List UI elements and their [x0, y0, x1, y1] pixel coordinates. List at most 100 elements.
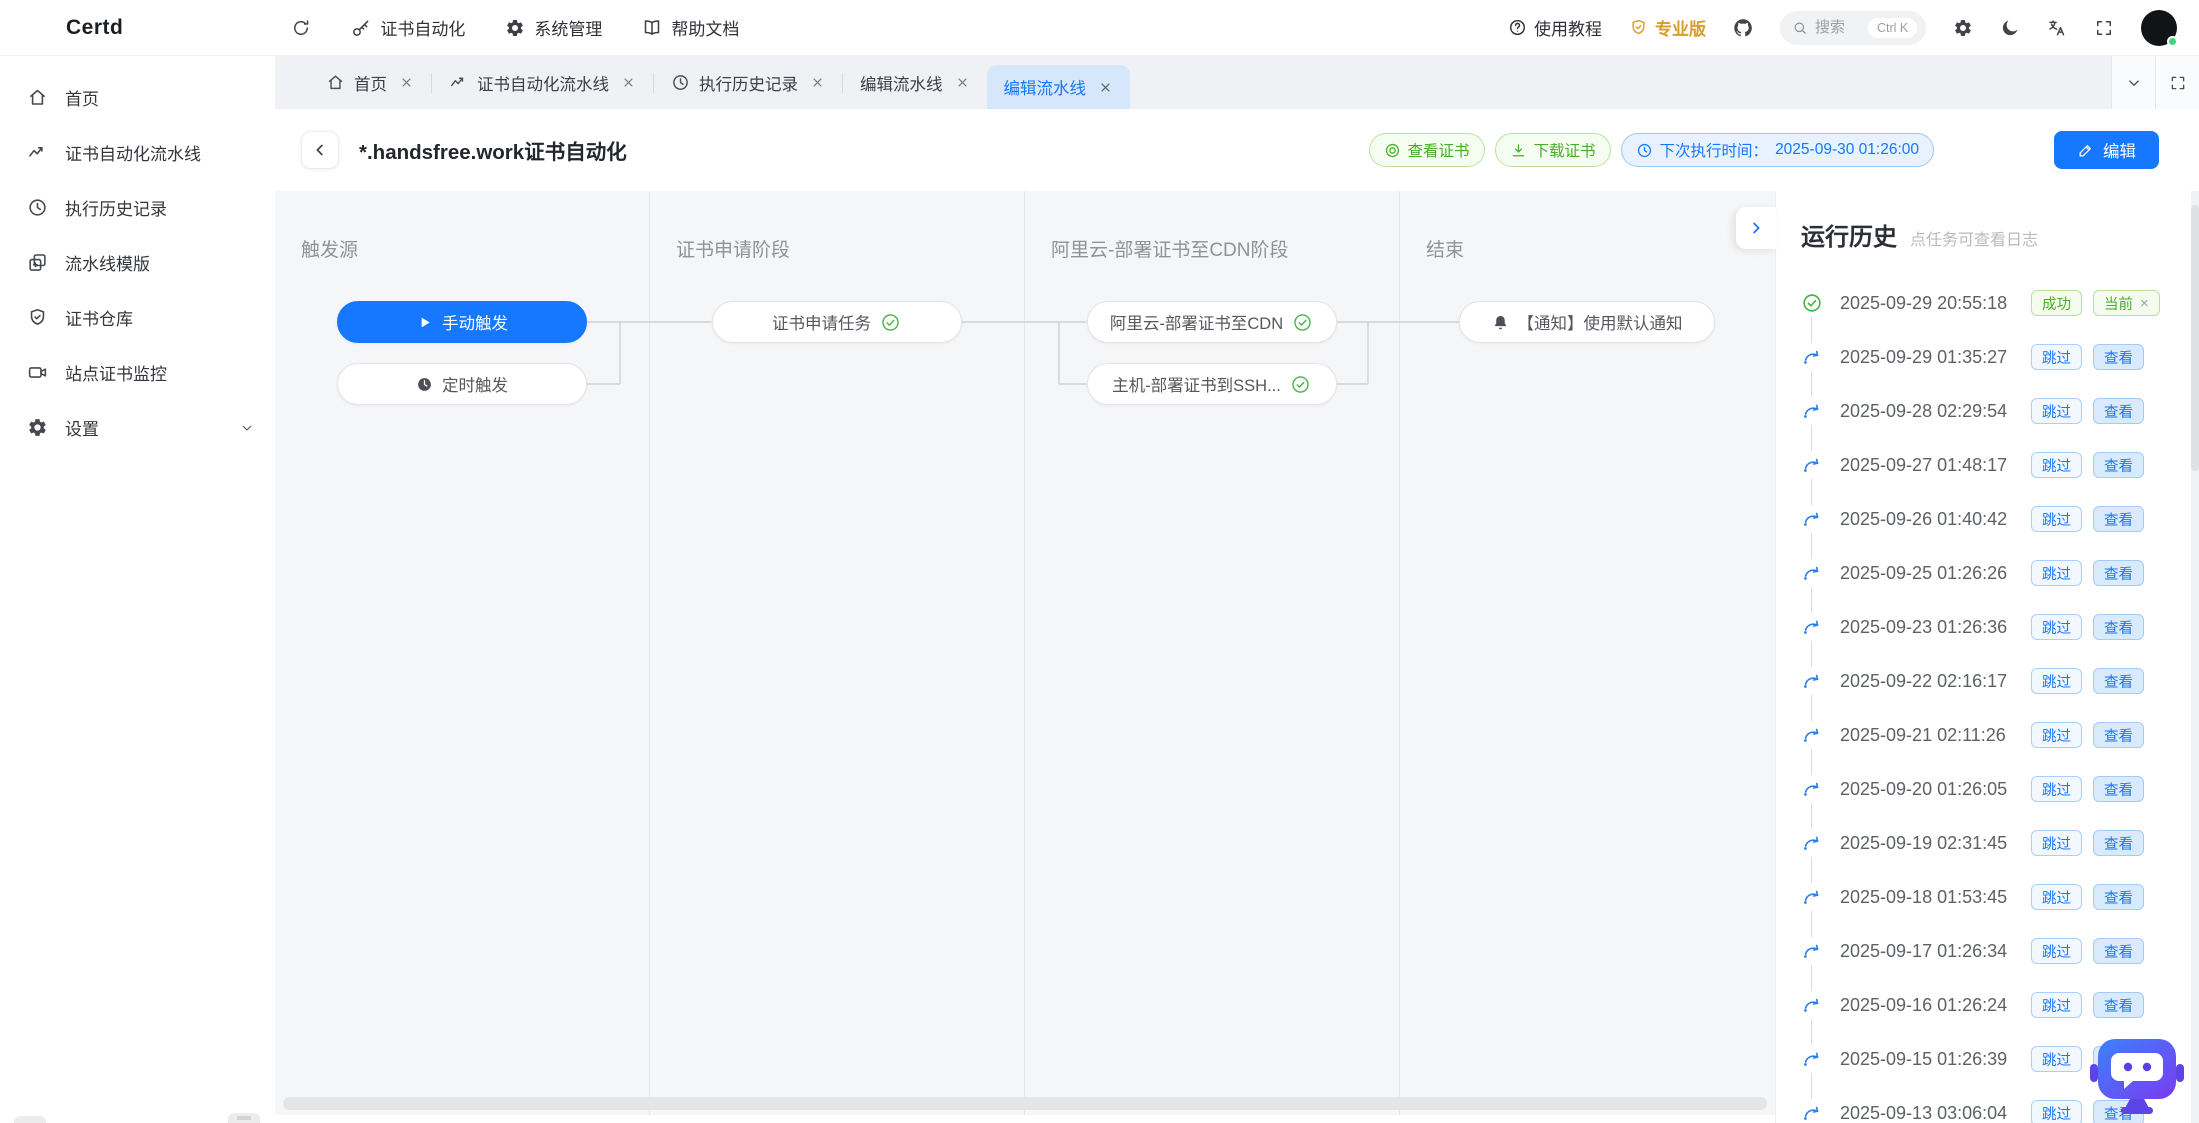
fullscreen-button[interactable] [2094, 18, 2114, 38]
horizontal-scrollbar[interactable] [283, 1097, 1767, 1110]
page-header: *.handsfree.work证书自动化 查看证书 下载证书 下次执行时间：2… [275, 109, 2199, 191]
nav-menu-help-docs[interactable]: 帮助文档 [642, 15, 739, 40]
pencil-icon [2077, 142, 2094, 159]
history-badge-skip: 跳过 [2031, 776, 2082, 802]
history-entry[interactable]: 2025-09-19 02:31:45跳过查看 [1801, 816, 2199, 870]
dark-mode-button[interactable] [2000, 18, 2020, 38]
user-avatar[interactable] [2141, 10, 2177, 46]
history-badge-view-button[interactable]: 查看 [2093, 506, 2144, 532]
history-badge-view-button[interactable]: 查看 [2093, 938, 2144, 964]
sidebar-item-cert-store[interactable]: 证书仓库 [0, 290, 275, 345]
tabs-fullscreen-button[interactable] [2155, 56, 2199, 109]
history-badge-view-button[interactable]: 查看 [2093, 776, 2144, 802]
github-link[interactable] [1733, 18, 1753, 38]
task-deploy-ssh[interactable]: 主机-部署证书到SSH... [1087, 363, 1337, 405]
history-entry[interactable]: 2025-09-21 02:11:26跳过查看 [1801, 708, 2199, 762]
book-icon [642, 18, 662, 38]
history-badge-view-button[interactable]: 查看 [2093, 668, 2144, 694]
history-entry[interactable]: 2025-09-20 01:26:05跳过查看 [1801, 762, 2199, 816]
home-icon [326, 73, 345, 92]
history-badge-view-button[interactable]: 查看 [2093, 992, 2144, 1018]
history-timestamp: 2025-09-23 01:26:36 [1840, 617, 2020, 638]
history-badge-skip: 跳过 [2031, 560, 2082, 586]
history-entry[interactable]: 2025-09-25 01:26:26 跳过查看 [1801, 546, 2199, 600]
tab-history[interactable]: 执行历史记录 [654, 56, 842, 109]
task-timer-trigger[interactable]: 定时触发 [337, 363, 587, 405]
history-badge-view-button[interactable]: 查看 [2093, 344, 2144, 370]
next-run-time: 2025-09-30 01:26:00 [1775, 141, 1919, 159]
history-title: 运行历史 [1801, 217, 1897, 252]
settings-button[interactable] [1953, 18, 1973, 38]
tabs-dropdown-button[interactable] [2111, 56, 2155, 109]
sidebar-item-history[interactable]: 执行历史记录 [0, 180, 275, 235]
tab-edit-pipeline-1[interactable]: 编辑流水线 [843, 56, 987, 109]
next-run-time-chip: 下次执行时间：2025-09-30 01:26:00 [1621, 133, 1934, 167]
clock-icon [27, 197, 48, 218]
tab-edit-pipeline-2[interactable]: 编辑流水线 [987, 65, 1131, 109]
history-entry[interactable]: 2025-09-23 01:26:36 跳过查看 [1801, 600, 2199, 654]
task-cert-request[interactable]: 证书申请任务 [712, 301, 962, 343]
task-manual-trigger[interactable]: 手动触发 [337, 301, 587, 343]
task-deploy-cdn[interactable]: 阿里云-部署证书至CDN [1087, 301, 1337, 343]
history-entry[interactable]: 2025-09-22 02:16:17跳过查看 [1801, 654, 2199, 708]
sidebar-item-templates[interactable]: 流水线模版 [0, 235, 275, 290]
close-icon[interactable]: × [2140, 296, 2149, 311]
history-badge-view-button[interactable]: 查看 [2093, 722, 2144, 748]
chat-assistant-widget[interactable] [2087, 1036, 2187, 1119]
search-input[interactable] [1815, 19, 1861, 36]
history-entry[interactable]: 2025-09-16 01:26:24跳过查看 [1801, 978, 2199, 1032]
tab-home[interactable]: 首页 [309, 56, 431, 109]
history-badge-skip: 跳过 [2031, 614, 2082, 640]
view-cert-button[interactable]: 查看证书 [1369, 133, 1485, 167]
tab-pipelines[interactable]: 证书自动化流水线 [432, 56, 653, 109]
edit-button[interactable]: 编辑 [2054, 131, 2159, 169]
nav-menu-system-manage[interactable]: 系统管理 [505, 15, 602, 40]
history-badge-skip: 跳过 [2031, 830, 2082, 856]
scrollbar-thumb[interactable] [2191, 205, 2199, 471]
sidebar-item-site-monitor[interactable]: 站点证书监控 [0, 345, 275, 400]
pro-version-badge[interactable]: 专业版 [1629, 15, 1706, 40]
help-tutorial-link[interactable]: 使用教程 [1508, 15, 1602, 40]
top-navbar: Certd 证书自动化系统管理帮助文档 使用教程 专业版 Ctrl K [0, 0, 2199, 56]
check-circle-icon [880, 312, 901, 333]
history-timestamp: 2025-09-16 01:26:24 [1840, 995, 2020, 1016]
history-timestamp: 2025-09-26 01:40:42 [1840, 509, 2020, 530]
back-button[interactable] [301, 131, 339, 169]
nav-menu-cert-automation[interactable]: 证书自动化 [351, 15, 465, 40]
history-badge-view-button[interactable]: 查看 [2093, 560, 2144, 586]
history-badge-view-button[interactable]: 查看 [2093, 452, 2144, 478]
close-icon[interactable] [399, 75, 414, 90]
history-entry[interactable]: 2025-09-29 01:35:27跳过查看 [1801, 330, 2199, 384]
sidebar-item-pipelines[interactable]: 证书自动化流水线 [0, 125, 275, 180]
history-badge-view-button[interactable]: 查看 [2093, 830, 2144, 856]
history-entry[interactable]: 2025-09-28 02:29:54跳过查看 [1801, 384, 2199, 438]
close-icon[interactable] [810, 75, 825, 90]
sidebar-item-home[interactable]: 首页 [0, 70, 275, 125]
collapse-panel-button[interactable] [1736, 207, 1776, 249]
download-cert-button[interactable]: 下载证书 [1495, 133, 1611, 167]
history-entry[interactable]: 2025-09-27 01:48:17跳过查看 [1801, 438, 2199, 492]
close-icon[interactable] [955, 75, 970, 90]
language-button[interactable] [2047, 18, 2067, 38]
vertical-scrollbar[interactable] [2191, 191, 2199, 1123]
task-notify[interactable]: 【通知】使用默认通知 [1459, 301, 1715, 343]
bottom-edge-handle[interactable] [228, 1113, 260, 1123]
history-entry[interactable]: 2025-09-29 20:55:18成功当前× [1801, 276, 2199, 330]
close-icon[interactable] [621, 75, 636, 90]
history-entry[interactable]: 2025-09-18 01:53:45跳过查看 [1801, 870, 2199, 924]
bottom-edge-handle[interactable] [14, 1116, 46, 1123]
pipeline-canvas: 触发源手动触发定时触发证书申请阶段证书申请任务阿里云-部署证书至CDN阶段阿里云… [275, 191, 1775, 1115]
history-entry[interactable]: 2025-09-17 01:26:34跳过查看 [1801, 924, 2199, 978]
trend-icon [449, 73, 468, 92]
history-badge-view-button[interactable]: 查看 [2093, 884, 2144, 910]
history-badge-view-button[interactable]: 查看 [2093, 614, 2144, 640]
close-icon[interactable] [1098, 80, 1113, 95]
history-timestamp: 2025-09-25 01:26:26 [1840, 563, 2020, 584]
task-label: 阿里云-部署证书至CDN [1110, 310, 1283, 334]
history-entry[interactable]: 2025-09-26 01:40:42跳过查看 [1801, 492, 2199, 546]
refresh-button[interactable] [291, 18, 311, 38]
history-badge-view-button[interactable]: 查看 [2093, 398, 2144, 424]
global-search[interactable]: Ctrl K [1780, 11, 1926, 45]
skip-icon [1801, 346, 1823, 368]
sidebar-item-settings[interactable]: 设置 [0, 400, 275, 455]
